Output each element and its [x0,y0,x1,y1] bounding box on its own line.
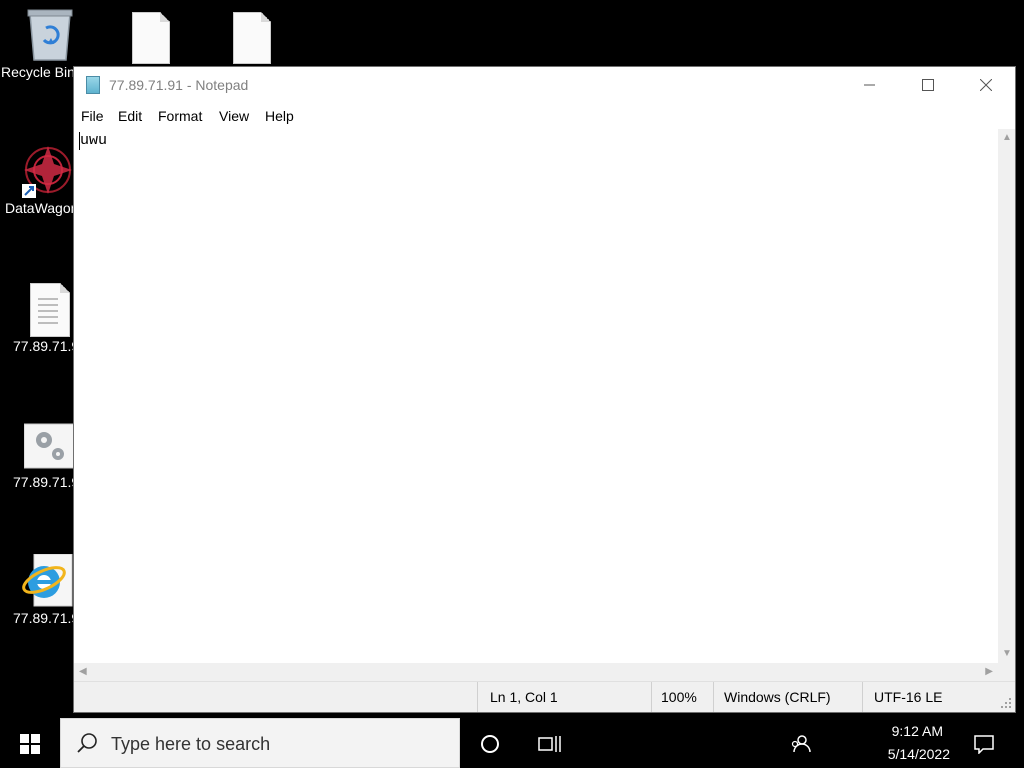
resize-grip-icon[interactable] [1000,697,1012,709]
menu-format[interactable]: Format [158,108,202,124]
scroll-up-icon[interactable]: ▲ [1002,133,1012,143]
people-icon [791,735,811,753]
menu-edit[interactable]: Edit [118,108,142,124]
scroll-down-icon[interactable]: ▼ [1002,649,1012,659]
text-document-icon [30,283,70,337]
clock-time: 9:12 AM [891,723,943,739]
clock[interactable]: 9:12 AM 5/14/2022 [860,720,970,768]
status-divider [651,682,652,712]
status-divider [713,682,714,712]
status-bar: Ln 1, Col 1 100% Windows (CRLF) UTF-16 L… [74,681,1015,712]
minimize-button[interactable] [841,67,899,103]
status-divider [477,682,478,712]
notepad-window[interactable]: 77.89.71.91 - Notepad File Edit Format V… [73,66,1016,713]
menu-bar: File Edit Format View Help [74,103,1015,129]
editor-content: uwu [80,132,108,149]
maximize-button[interactable] [899,67,957,103]
taskbar-search-box[interactable]: Type here to search [60,718,460,768]
zoom-level: 100% [661,689,697,705]
scrollbar-corner [998,663,1015,681]
text-editor[interactable]: uwu [74,129,998,663]
search-icon [77,733,97,753]
cursor-position: Ln 1, Col 1 [490,689,558,705]
notification-center-icon [974,735,994,754]
windows-logo-icon [20,734,40,754]
title-bar[interactable]: 77.89.71.91 - Notepad [74,67,1015,103]
notepad-icon [86,76,100,94]
cortana-button[interactable] [470,720,510,768]
document-icon [233,12,271,64]
datawagon-icon [22,146,72,198]
status-divider [862,682,863,712]
menu-view[interactable]: View [219,108,249,124]
people-button[interactable] [780,720,820,768]
menu-file[interactable]: File [81,108,104,124]
encoding: UTF-16 LE [874,689,943,705]
document-icon [132,12,170,64]
task-view-button[interactable] [528,720,572,768]
close-button[interactable] [957,67,1015,103]
window-title: 77.89.71.91 - Notepad [109,77,249,93]
start-button[interactable] [0,720,60,768]
menu-help[interactable]: Help [265,108,294,124]
minimize-icon [864,84,875,86]
task-view-icon [538,736,561,752]
clock-date: 5/14/2022 [887,746,950,762]
recycle-bin-icon [27,9,73,61]
scroll-left-icon[interactable]: ◀ [79,667,87,677]
desktop-icon-document[interactable] [207,6,297,66]
scroll-right-icon[interactable]: ▶ [985,667,993,677]
close-icon [980,79,992,91]
settings-gears-icon [24,423,75,469]
internet-explorer-icon [22,554,73,607]
desktop-icon-document[interactable] [106,6,196,66]
notifications-button[interactable] [966,720,1002,768]
maximize-icon [922,79,934,91]
horizontal-scrollbar[interactable]: ◀ ▶ [74,663,998,681]
vertical-scrollbar[interactable]: ▲ ▼ [998,129,1015,663]
line-endings: Windows (CRLF) [724,689,831,705]
cortana-circle-icon [481,735,499,753]
search-placeholder: Type here to search [111,734,271,754]
